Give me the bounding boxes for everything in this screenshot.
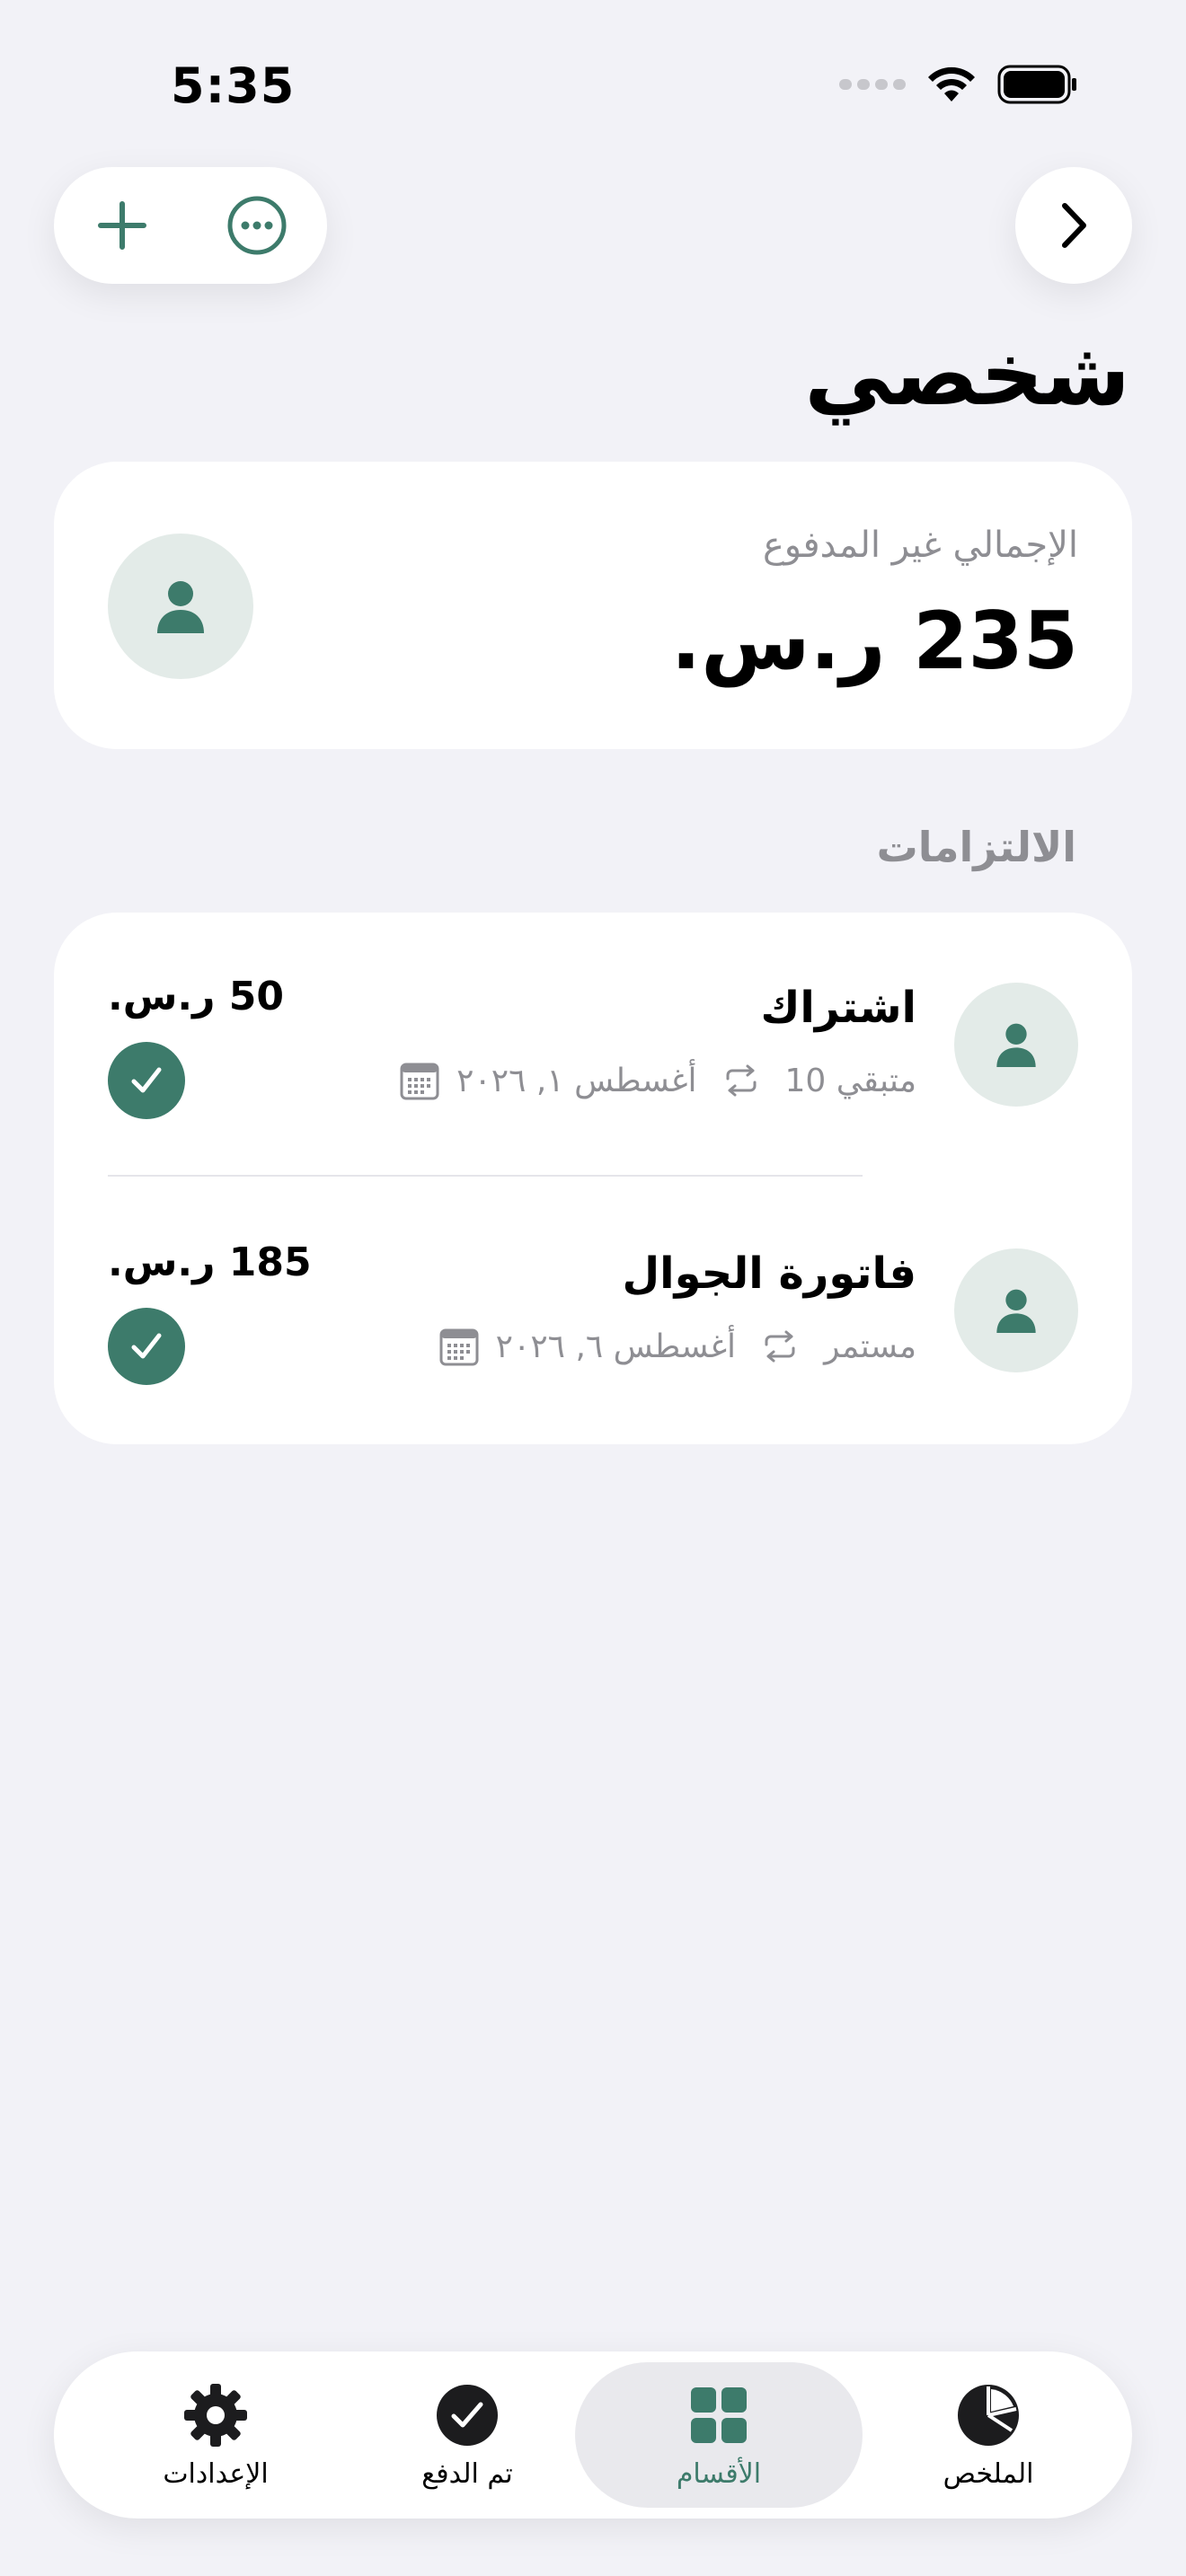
mark-paid-button[interactable] [108, 1308, 185, 1385]
repeat-icon [765, 1330, 795, 1363]
ellipsis-circle-icon [227, 196, 287, 255]
toolbar-pill [54, 167, 327, 284]
checkmark-icon [131, 1067, 162, 1093]
avatar [108, 534, 253, 679]
tab-bar: الملخص الأقسام تم الدفع الإعدادات [54, 2351, 1132, 2519]
item-amount: 50 ر.س. [108, 974, 285, 1019]
battery-icon [997, 65, 1076, 104]
tab-label: الأقسام [676, 2457, 762, 2490]
plus-icon [98, 201, 146, 250]
repeat-icon [726, 1064, 757, 1097]
back-button[interactable] [1015, 167, 1132, 284]
tab-settings[interactable]: الإعدادات [72, 2362, 359, 2508]
calendar-icon [439, 1328, 479, 1366]
tab-sections[interactable]: الأقسام [575, 2362, 863, 2508]
status-icons [839, 65, 1078, 104]
person-icon [996, 1023, 1036, 1067]
list-item[interactable]: فاتورة الجوال أغسطس ٦, ٢٠٢٦ مستمر 185 ر.… [54, 1178, 1132, 1444]
more-options-button[interactable] [221, 190, 293, 261]
tab-paid[interactable]: تم الدفع [323, 2362, 611, 2508]
item-meta: أغسطس ١, ٢٠٢٦ متبقي 10 [359, 1058, 916, 1103]
tab-summary[interactable]: الملخص [845, 2362, 1132, 2508]
item-amount: 185 ر.س. [108, 1239, 312, 1285]
item-title: فاتورة الجوال [622, 1248, 916, 1299]
tab-label: الملخص [943, 2457, 1034, 2490]
person-icon [157, 581, 204, 633]
summary-card: الإجمالي غير المدفوع 235 ر.س. [54, 462, 1132, 749]
divider [108, 1175, 863, 1177]
screen: 5:35 شخصي الإجمالي غير المدفوع 235 ر.س. … [0, 0, 1186, 2576]
checkmark-circle-icon [433, 2381, 501, 2449]
page-title: شخصي [804, 323, 1130, 426]
checkmark-icon [131, 1333, 162, 1359]
item-recurrence: متبقي 10 [784, 1062, 916, 1099]
avatar [954, 1248, 1078, 1372]
chevron-right-icon [1062, 203, 1086, 248]
avatar [954, 983, 1078, 1107]
status-time: 5:35 [171, 57, 296, 114]
add-button[interactable] [86, 190, 158, 261]
unpaid-total-amount: 235 ر.س. [670, 595, 1078, 687]
item-date: أغسطس ٦, ٢٠٢٦ [495, 1328, 737, 1365]
gear-icon [181, 2381, 250, 2449]
wifi-icon [928, 66, 975, 101]
commitments-list: اشتراك أغسطس ١, ٢٠٢٦ متبقي 10 50 ر.س. فا… [54, 913, 1132, 1444]
person-icon [996, 1289, 1036, 1333]
cellular-signal-icon [839, 79, 906, 90]
item-title: اشتراك [760, 983, 916, 1033]
calendar-icon [400, 1063, 439, 1100]
mark-paid-button[interactable] [108, 1042, 185, 1119]
item-date: أغسطس ١, ٢٠٢٦ [456, 1062, 697, 1099]
list-item[interactable]: اشتراك أغسطس ١, ٢٠٢٦ متبقي 10 50 ر.س. [54, 913, 1132, 1178]
item-meta: أغسطس ٦, ٢٠٢٦ مستمر [399, 1324, 916, 1369]
grid-icon [685, 2381, 753, 2449]
item-recurrence: مستمر [824, 1328, 916, 1365]
tab-label: الإعدادات [163, 2457, 269, 2490]
pie-chart-icon [954, 2381, 1022, 2449]
unpaid-total-label: الإجمالي غير المدفوع [762, 525, 1078, 566]
section-header: الالتزامات [876, 823, 1076, 871]
tab-label: تم الدفع [421, 2457, 513, 2490]
